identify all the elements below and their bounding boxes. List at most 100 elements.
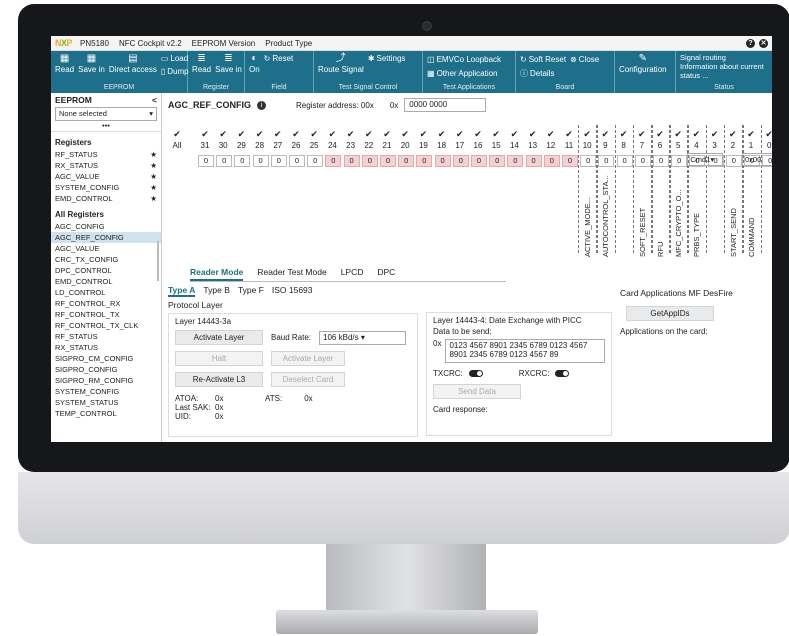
menu-product-type[interactable]: Product Type xyxy=(265,39,312,48)
board-close-button[interactable]: ⊗ Close xyxy=(570,54,599,65)
bit-value-cell[interactable]: 0 xyxy=(416,155,433,167)
bit-checkbox[interactable]: ✔ xyxy=(560,129,578,140)
configuration-button[interactable]: ✎ Configuration xyxy=(619,53,667,74)
eeprom-dump-button[interactable]: ▯ Dump xyxy=(161,66,189,77)
reactivate-l3-button[interactable]: Re-Activate L3 xyxy=(175,372,263,387)
bit-checkbox[interactable]: ✔ xyxy=(542,129,560,140)
sidebar-item-favorite[interactable]: EMD_CONTROL ★ xyxy=(51,193,161,204)
route-signal-button[interactable]: ⤴ Route Signal xyxy=(318,53,364,74)
bit-checkbox[interactable]: ✔ xyxy=(323,129,341,140)
star-icon[interactable]: ★ xyxy=(150,171,157,182)
sidebar-item-register[interactable]: SYSTEM_CONFIG xyxy=(51,386,161,397)
send-data-button[interactable]: Send Data xyxy=(433,384,521,399)
sidebar-item-register[interactable]: AGC_REF_CONFIG xyxy=(51,232,161,243)
register-read-button[interactable]: ≣ Read xyxy=(192,53,211,74)
bit-value-cell[interactable]: 0 xyxy=(616,155,633,167)
menu-eeprom-version[interactable]: EEPROM Version xyxy=(192,39,256,48)
bit-checkbox[interactable]: ✔ xyxy=(378,129,396,140)
bit-value-cell[interactable]: 0 xyxy=(252,155,269,167)
bit-checkbox[interactable]: ✔ xyxy=(524,129,542,140)
sidebar-item-favorite[interactable]: RX_STATUS ★ xyxy=(51,160,161,171)
bit-checkbox[interactable]: ✔ xyxy=(305,129,323,140)
collapse-icon[interactable]: < xyxy=(152,95,157,105)
sidebar-scrollbar[interactable] xyxy=(157,241,159,281)
star-icon[interactable]: ★ xyxy=(150,193,157,204)
bit-checkbox[interactable]: ✔ xyxy=(433,129,451,140)
bit-value-cell[interactable]: 0 xyxy=(471,155,487,167)
star-icon[interactable]: ★ xyxy=(150,182,157,193)
sidebar-item-favorite[interactable]: RF_STATUS ★ xyxy=(51,149,161,160)
tab-type-b[interactable]: Type B xyxy=(203,285,229,297)
register-value-input[interactable]: 0000 0000 xyxy=(404,98,487,112)
bit-value-cell[interactable]: 0 xyxy=(198,155,214,167)
tab-reader-test-mode[interactable]: Reader Test Mode xyxy=(257,267,326,281)
bit-value-cell[interactable]: 0 xyxy=(543,155,560,167)
sidebar-item-favorite[interactable]: SYSTEM_CONFIG ★ xyxy=(51,182,161,193)
emvco-loopback-button[interactable]: ◫ EMVCo Loopback xyxy=(427,54,511,65)
field-on-button[interactable]: ◐ On xyxy=(249,53,260,74)
tab-type-a[interactable]: Type A xyxy=(168,285,196,297)
sidebar-item-register[interactable]: RF_STATUS xyxy=(51,331,161,342)
bit-value-cell[interactable]: 0 xyxy=(307,155,324,167)
other-application-button[interactable]: ▦ Other Application xyxy=(427,68,511,79)
sidebar-item-register[interactable]: RF_CONTROL_TX_CLK xyxy=(51,320,161,331)
sidebar-item-register[interactable]: DPC_CONTROL xyxy=(51,265,161,276)
eeprom-read-button[interactable]: ▦ Read xyxy=(55,53,74,74)
txcrc-toggle[interactable] xyxy=(468,370,483,377)
bit-value-cell[interactable]: 0 xyxy=(361,155,378,167)
bit-checkbox[interactable]: ✔ xyxy=(451,129,469,140)
sidebar-item-register[interactable]: CRC_TX_CONFIG xyxy=(51,254,161,265)
bit-value-cell[interactable]: 0 xyxy=(452,155,469,167)
sidebar-item-register[interactable]: RX_STATUS xyxy=(51,342,161,353)
bit-value-cell[interactable]: 0 xyxy=(434,155,451,167)
bit-checkbox[interactable]: ✔ xyxy=(505,129,523,140)
bit-checkbox[interactable]: ✔ xyxy=(615,129,633,140)
eeprom-select[interactable]: None selected ▾ xyxy=(55,107,157,121)
tab-iso-15693[interactable]: ISO 15693 xyxy=(272,285,313,297)
sidebar-item-register[interactable]: TEMP_CONTROL xyxy=(51,408,161,419)
sidebar-item-favorite[interactable]: AGC_VALUE ★ xyxy=(51,171,161,182)
register-save-button[interactable]: ≣ Save in xyxy=(215,53,242,74)
bit-checkbox[interactable]: ✔ xyxy=(360,129,378,140)
command-select[interactable]: Cmd1▾ xyxy=(687,153,724,166)
bit-value-cell[interactable]: 0 xyxy=(398,155,415,167)
tab-reader-mode[interactable]: Reader Mode xyxy=(190,267,244,281)
bit-checkbox[interactable]: ✔ xyxy=(487,129,505,140)
sidebar-item-register[interactable]: RF_CONTROL_TX xyxy=(51,309,161,320)
sidebar-item-register[interactable]: RF_CONTROL_RX xyxy=(51,298,161,309)
sidebar-item-register[interactable]: SIGPRO_RM_CONFIG xyxy=(51,375,161,386)
bit-value-cell[interactable]: 0 xyxy=(525,155,542,167)
data-input[interactable]: 0123 4567 8901 2345 6789 0123 4567 8901 … xyxy=(445,339,605,363)
halt-button[interactable]: Halt xyxy=(175,351,263,366)
close-icon[interactable]: ✕ xyxy=(759,38,768,48)
sidebar-item-register[interactable]: SYSTEM_STATUS xyxy=(51,397,161,408)
direct-access-button[interactable]: ▤ Direct access xyxy=(109,53,157,74)
star-icon[interactable]: ★ xyxy=(150,160,157,171)
sidebar-item-register[interactable]: LD_CONTROL xyxy=(51,287,161,298)
get-app-ids-button[interactable]: GetAppIDs xyxy=(626,306,714,321)
tab-type-f[interactable]: Type F xyxy=(238,285,264,297)
select-all-checkbox[interactable]: ✔ xyxy=(168,129,186,140)
splitter-handle[interactable]: ••• xyxy=(51,122,161,132)
bit-checkbox[interactable]: ✔ xyxy=(396,129,414,140)
test-settings-button[interactable]: ✱ Settings xyxy=(368,53,406,64)
eeprom-load-button[interactable]: ▭ Load xyxy=(161,53,189,64)
star-icon[interactable]: ★ xyxy=(150,149,157,160)
baud-rate-select[interactable]: 106 kBd/s ▾ xyxy=(319,330,407,345)
bit-checkbox[interactable]: ✔ xyxy=(251,129,269,140)
bit-value-cell[interactable]: 0 xyxy=(562,155,578,167)
sidebar-item-register[interactable]: EMD_CONTROL xyxy=(51,276,161,287)
bit-checkbox[interactable]: ✔ xyxy=(287,129,305,140)
bit-checkbox[interactable]: ✔ xyxy=(214,129,232,140)
bit-value-cell[interactable]: 0 xyxy=(325,155,342,167)
activate-layer-button[interactable]: Activate Layer xyxy=(175,330,263,345)
board-details-button[interactable]: ⓘ Details xyxy=(520,68,610,79)
bit-checkbox[interactable]: ✔ xyxy=(414,129,432,140)
bit-checkbox[interactable]: ✔ xyxy=(196,129,214,140)
info-icon[interactable]: i xyxy=(257,100,267,110)
tab-lpcd[interactable]: LPCD xyxy=(341,267,364,281)
bit-checkbox[interactable]: ✔ xyxy=(269,129,287,140)
bit-value-cell[interactable]: 0 xyxy=(289,155,305,167)
bit-value-cell[interactable]: 0 xyxy=(489,155,506,167)
activate-layer-2-button[interactable]: Activate Layer xyxy=(271,351,345,366)
